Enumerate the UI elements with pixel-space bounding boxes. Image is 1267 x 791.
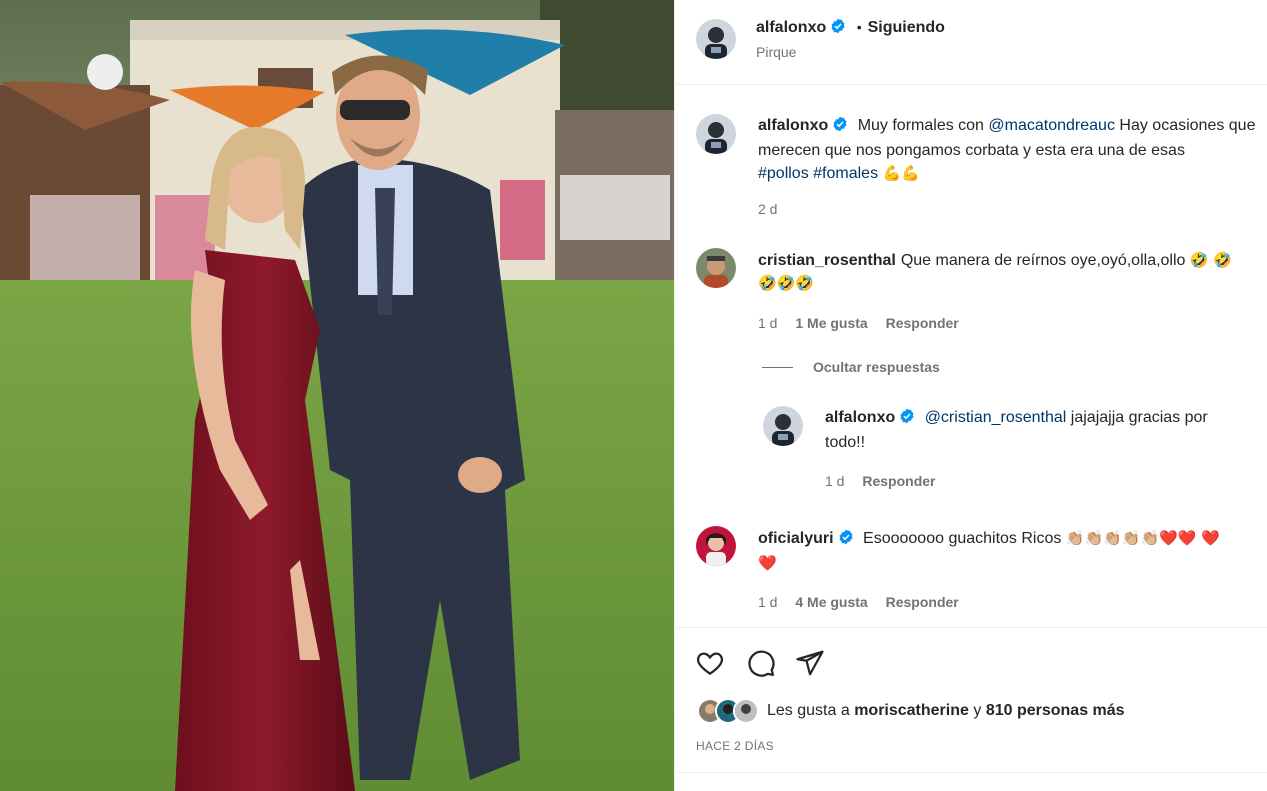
replies-divider [762, 367, 793, 368]
post-date[interactable]: HACE 2 DÍAS [696, 739, 774, 753]
liker-avatar[interactable] [733, 698, 759, 724]
comments-section: alfalonxo Muy formales con @macatondreau… [675, 86, 1267, 628]
hide-replies-button[interactable]: Ocultar respuestas [813, 359, 940, 375]
reply-meta: 1 d Responder [825, 473, 935, 489]
reply-button[interactable]: Responder [886, 594, 959, 610]
caption-hashtag-fomales[interactable]: #fomales [813, 165, 878, 182]
caption-avatar[interactable] [696, 114, 736, 154]
caption-text: alfalonxo Muy formales con @macatondreau… [758, 114, 1258, 185]
verified-badge-icon [832, 116, 848, 139]
caption-time[interactable]: 2 d [758, 201, 777, 217]
comment-time[interactable]: 1 d [758, 594, 777, 610]
reply-button[interactable]: Responder [886, 315, 959, 331]
comment-body: Que manera de reírnos oye,oyó,olla,ollo [900, 252, 1186, 269]
likes-text: Les gusta a moriscatherine y 810 persona… [767, 702, 1125, 720]
likes-conj: y [973, 702, 982, 719]
comment-icon[interactable] [746, 648, 776, 678]
commenter-username[interactable]: oficialyuri [758, 530, 834, 547]
caption-text-1: Muy formales con [857, 117, 984, 134]
paper-plane-icon[interactable] [795, 648, 825, 678]
likes-summary: Les gusta a moriscatherine y 810 persona… [697, 698, 1125, 724]
comment-time[interactable]: 1 d [758, 315, 777, 331]
likes-prefix: Les gusta a [767, 702, 850, 719]
comment-text: cristian_rosenthal Que manera de reírnos … [758, 249, 1238, 295]
comment-body: Esooooooo guachitos Ricos [863, 530, 1062, 547]
caption-hashtag-pollos[interactable]: #pollos [758, 165, 809, 182]
reply-mention[interactable]: @cristian_rosenthal [925, 409, 1067, 426]
verified-badge-icon [899, 408, 915, 431]
likes-user[interactable]: moriscatherine [854, 702, 969, 719]
post-actions: Les gusta a moriscatherine y 810 persona… [675, 628, 1267, 773]
heart-icon[interactable] [695, 648, 725, 678]
caption-mention[interactable]: @macatondreauc [988, 117, 1115, 134]
reply-text: alfalonxo @cristian_rosenthal jajajajja … [825, 406, 1235, 454]
reply-username[interactable]: alfalonxo [825, 409, 895, 426]
post-location[interactable]: Pirque [756, 44, 796, 60]
comment-likes[interactable]: 4 Me gusta [795, 594, 867, 610]
post-header: alfalonxo • Siguiendo Pirque [675, 0, 1267, 85]
post-side-panel: alfalonxo • Siguiendo Pirque alfalonxo Mu… [674, 0, 1267, 791]
commenter-avatar[interactable] [696, 526, 736, 566]
reply-avatar[interactable] [763, 406, 803, 446]
post-photo[interactable] [0, 0, 674, 791]
comment-text: oficialyuri Esooooooo guachitos Ricos 👏🏼… [758, 527, 1238, 575]
comment-meta: 1 d 4 Me gusta Responder [758, 594, 959, 610]
following-button[interactable]: Siguiendo [868, 19, 945, 36]
commenter-avatar[interactable] [696, 248, 736, 288]
caption-emojis: 💪💪 [882, 164, 920, 182]
commenter-username[interactable]: cristian_rosenthal [758, 252, 896, 269]
likes-count[interactable]: 810 personas más [986, 702, 1125, 719]
caption-username[interactable]: alfalonxo [758, 117, 828, 134]
post-photo-image [0, 0, 674, 791]
reply-time[interactable]: 1 d [825, 473, 844, 489]
reply-button[interactable]: Responder [862, 473, 935, 489]
header-separator: • [856, 19, 862, 35]
author-avatar[interactable] [696, 19, 736, 59]
verified-badge-icon [830, 18, 846, 39]
verified-badge-icon [838, 529, 854, 552]
author-username[interactable]: alfalonxo [756, 19, 826, 36]
comment-meta: 1 d 1 Me gusta Responder [758, 315, 959, 331]
comment-likes[interactable]: 1 Me gusta [795, 315, 867, 331]
